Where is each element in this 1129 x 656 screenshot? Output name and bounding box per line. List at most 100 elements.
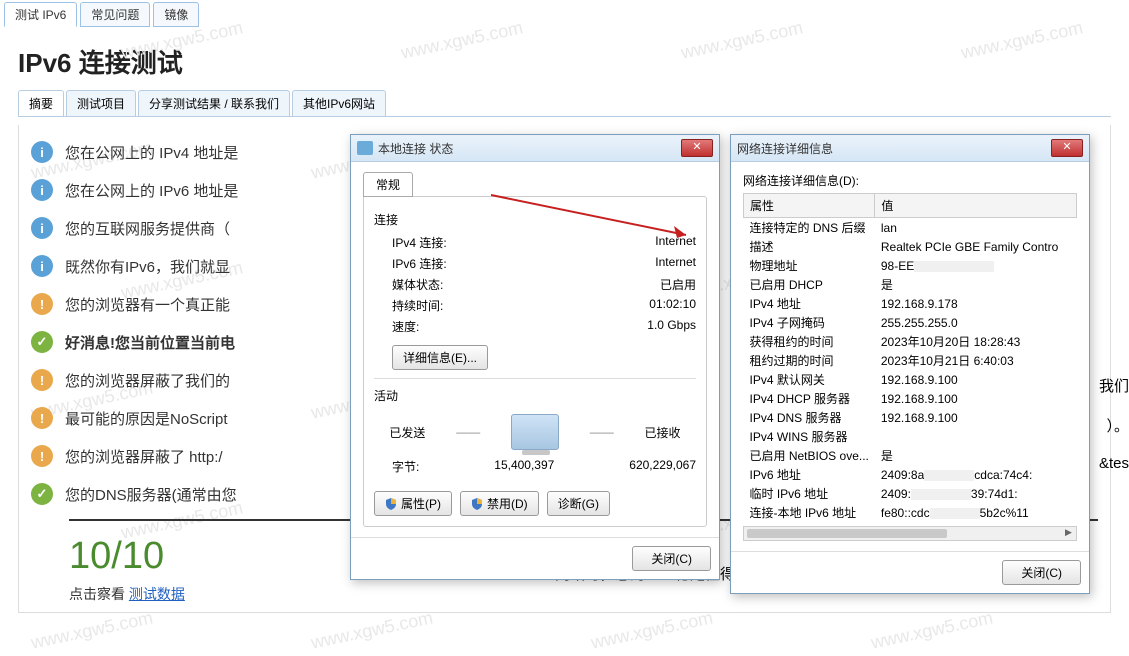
result-text: 您的浏览器屏蔽了我们的 xyxy=(65,370,230,391)
property-cell: IPv4 地址 xyxy=(744,294,875,313)
result-text: 您的浏览器有一个真正能 xyxy=(65,294,230,315)
column-property[interactable]: 属性 xyxy=(744,194,875,218)
property-cell: IPv4 子网掩码 xyxy=(744,313,875,332)
truncated-text: 我们 xyxy=(1099,375,1129,396)
result-text: 最可能的原因是NoScript xyxy=(65,408,228,429)
tab-tests[interactable]: 测试项目 xyxy=(66,90,136,116)
media-state-label: 媒体状态: xyxy=(392,276,443,293)
warning-icon: ! xyxy=(31,445,53,467)
tab-summary[interactable]: 摘要 xyxy=(18,90,64,116)
info-icon: i xyxy=(31,179,53,201)
value-cell: 98-EE xyxy=(875,256,1077,275)
value-cell: Realtek PCIe GBE Family Contro xyxy=(875,237,1077,256)
table-row[interactable]: IPv4 子网掩码255.255.255.0 xyxy=(744,313,1077,332)
dialog-connection-details: 网络连接详细信息 ✕ 网络连接详细信息(D): 属性 值 连接特定的 DNS 后… xyxy=(730,134,1090,594)
tab-general[interactable]: 常规 xyxy=(363,172,413,197)
result-text: 您的互联网服务提供商（ xyxy=(65,218,230,239)
speed-label: 速度: xyxy=(392,318,419,335)
success-icon: ✓ xyxy=(31,331,53,353)
ipv6-conn-label: IPv6 连接: xyxy=(392,255,447,272)
bytes-sent: 15,400,397 xyxy=(419,458,629,475)
close-button[interactable]: ✕ xyxy=(681,139,713,157)
table-row[interactable]: 已启用 DHCP是 xyxy=(744,275,1077,294)
section-connection: 连接 xyxy=(374,207,696,232)
close-button[interactable]: 关闭(C) xyxy=(632,546,711,571)
table-row[interactable]: 连接特定的 DNS 后缀lan xyxy=(744,218,1077,238)
table-row[interactable]: IPv4 WINS 服务器 xyxy=(744,427,1077,446)
table-row[interactable]: IPv6 地址2409:8acdca:74c4: xyxy=(744,465,1077,484)
watermark: www.xgw5.com xyxy=(309,607,435,653)
close-button[interactable]: ✕ xyxy=(1051,139,1083,157)
tab-share[interactable]: 分享测试结果 / 联系我们 xyxy=(138,90,290,116)
received-label: 已接收 xyxy=(645,424,681,441)
details-table: 属性 值 连接特定的 DNS 后缀lan描述Realtek PCIe GBE F… xyxy=(743,193,1077,522)
table-row[interactable]: 临时 IPv6 地址2409:39:74d1: xyxy=(744,484,1077,503)
horizontal-scrollbar[interactable]: ◀ ▶ xyxy=(743,526,1077,541)
property-cell: 连接-本地 IPv6 地址 xyxy=(744,503,875,522)
footer-text: 点击察看 xyxy=(69,586,129,602)
dialog-title: 网络连接详细信息 xyxy=(737,140,1051,157)
warning-icon: ! xyxy=(31,407,53,429)
scrollbar-thumb[interactable] xyxy=(747,529,947,538)
bytes-received: 620,229,067 xyxy=(629,458,696,475)
table-row[interactable]: IPv4 默认网关192.168.9.100 xyxy=(744,370,1077,389)
properties-button[interactable]: 属性(P) xyxy=(374,491,452,516)
column-value[interactable]: 值 xyxy=(875,194,1077,218)
table-row[interactable]: 租约过期的时间2023年10月21日 6:40:03 xyxy=(744,351,1077,370)
page-title: IPv6 连接测试 xyxy=(0,29,1129,90)
browser-tabs: 测试 IPv6 常见问题 镜像 xyxy=(0,0,1129,29)
value-cell: 192.168.9.178 xyxy=(875,294,1077,313)
bytes-label: 字节: xyxy=(392,458,419,475)
value-cell xyxy=(875,427,1077,446)
table-row[interactable]: 连接-本地 IPv6 地址fe80::cdc5b2c%11 xyxy=(744,503,1077,522)
top-tab-test-ipv6[interactable]: 测试 IPv6 xyxy=(4,2,77,27)
watermark: www.xgw5.com xyxy=(589,607,715,653)
table-row[interactable]: 已启用 NetBIOS ove...是 xyxy=(744,446,1077,465)
result-text: 您的浏览器屏蔽了 http:/ xyxy=(65,446,223,467)
computer-icon xyxy=(511,414,559,450)
result-text: 既然你有IPv6，我们就显 xyxy=(65,256,230,277)
warning-icon: ! xyxy=(31,369,53,391)
diagnose-button[interactable]: 诊断(G) xyxy=(547,491,610,516)
property-cell: 已启用 NetBIOS ove... xyxy=(744,446,875,465)
sent-label: 已发送 xyxy=(389,424,425,441)
tab-other-sites[interactable]: 其他IPv6网站 xyxy=(292,90,386,116)
test-data-link[interactable]: 测试数据 xyxy=(129,586,185,602)
property-cell: 连接特定的 DNS 后缀 xyxy=(744,218,875,238)
table-row[interactable]: IPv4 地址192.168.9.178 xyxy=(744,294,1077,313)
table-row[interactable]: IPv4 DNS 服务器192.168.9.100 xyxy=(744,408,1077,427)
property-cell: 已启用 DHCP xyxy=(744,275,875,294)
table-row[interactable]: 物理地址98-EE xyxy=(744,256,1077,275)
property-cell: IPv4 DNS 服务器 xyxy=(744,408,875,427)
property-cell: 临时 IPv6 地址 xyxy=(744,484,875,503)
ipv4-conn-value: Internet xyxy=(655,234,696,251)
table-row[interactable]: IPv4 DHCP 服务器192.168.9.100 xyxy=(744,389,1077,408)
value-cell: 192.168.9.100 xyxy=(875,389,1077,408)
shield-icon xyxy=(385,498,397,510)
dialog-title: 本地连接 状态 xyxy=(378,140,681,157)
dialog-connection-status: 本地连接 状态 ✕ 常规 连接 IPv4 连接:Internet IPv6 连接… xyxy=(350,134,720,580)
ipv6-conn-value: Internet xyxy=(655,255,696,272)
truncated-text: &tes xyxy=(1099,455,1129,472)
top-tab-faq[interactable]: 常见问题 xyxy=(80,2,150,27)
value-cell: 192.168.9.100 xyxy=(875,408,1077,427)
info-icon: i xyxy=(31,255,53,277)
close-button[interactable]: 关闭(C) xyxy=(1002,560,1081,585)
media-state-value: 已启用 xyxy=(660,276,696,293)
success-icon: ✓ xyxy=(31,483,53,505)
value-cell: 2023年10月21日 6:40:03 xyxy=(875,351,1077,370)
disable-button[interactable]: 禁用(D) xyxy=(460,491,539,516)
top-tab-mirror[interactable]: 镜像 xyxy=(153,2,199,27)
result-text: 您的DNS服务器(通常由您 xyxy=(65,484,237,505)
value-cell: 2409:8acdca:74c4: xyxy=(875,465,1077,484)
table-row[interactable]: 描述Realtek PCIe GBE Family Contro xyxy=(744,237,1077,256)
property-cell: 物理地址 xyxy=(744,256,875,275)
truncated-text: ）。 xyxy=(1106,415,1129,436)
warning-icon: ! xyxy=(31,293,53,315)
scroll-right-icon[interactable]: ▶ xyxy=(1061,527,1076,540)
details-button[interactable]: 详细信息(E)... xyxy=(392,345,488,370)
table-row[interactable]: 获得租约的时间2023年10月20日 18:28:43 xyxy=(744,332,1077,351)
value-cell: 是 xyxy=(875,275,1077,294)
watermark: www.xgw5.com xyxy=(29,607,155,653)
property-cell: 租约过期的时间 xyxy=(744,351,875,370)
